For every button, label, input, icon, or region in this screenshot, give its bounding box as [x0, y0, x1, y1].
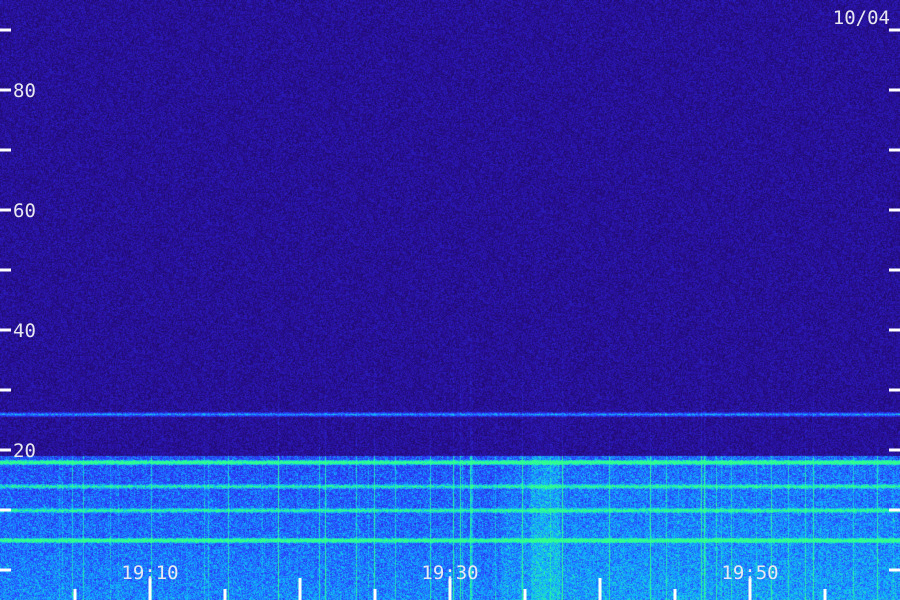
x-tick-label: 19:10: [121, 562, 178, 584]
y-tick-label: 60: [13, 200, 36, 222]
y-axis-left-ticks: [0, 28, 11, 572]
x-tick-label: 19:30: [421, 562, 478, 584]
chart-overlay: 10080604020 19:1019:3019:50 10/04: [0, 7, 900, 600]
x-axis-labels: 19:10 19:30 19:50: [121, 562, 778, 584]
x-tick-label: 19:50: [721, 562, 778, 584]
y-tick-label: 40: [13, 320, 36, 342]
date-label: 10/04: [833, 7, 890, 29]
y-tick-label: 80: [13, 80, 36, 102]
y-axis-right-ticks: [889, 28, 900, 572]
spectrogram-chart: 10080604020 19:1019:3019:50 10/04: [0, 0, 900, 600]
y-axis-labels: 10080604020: [13, 80, 36, 462]
y-tick-label: 20: [13, 440, 36, 462]
